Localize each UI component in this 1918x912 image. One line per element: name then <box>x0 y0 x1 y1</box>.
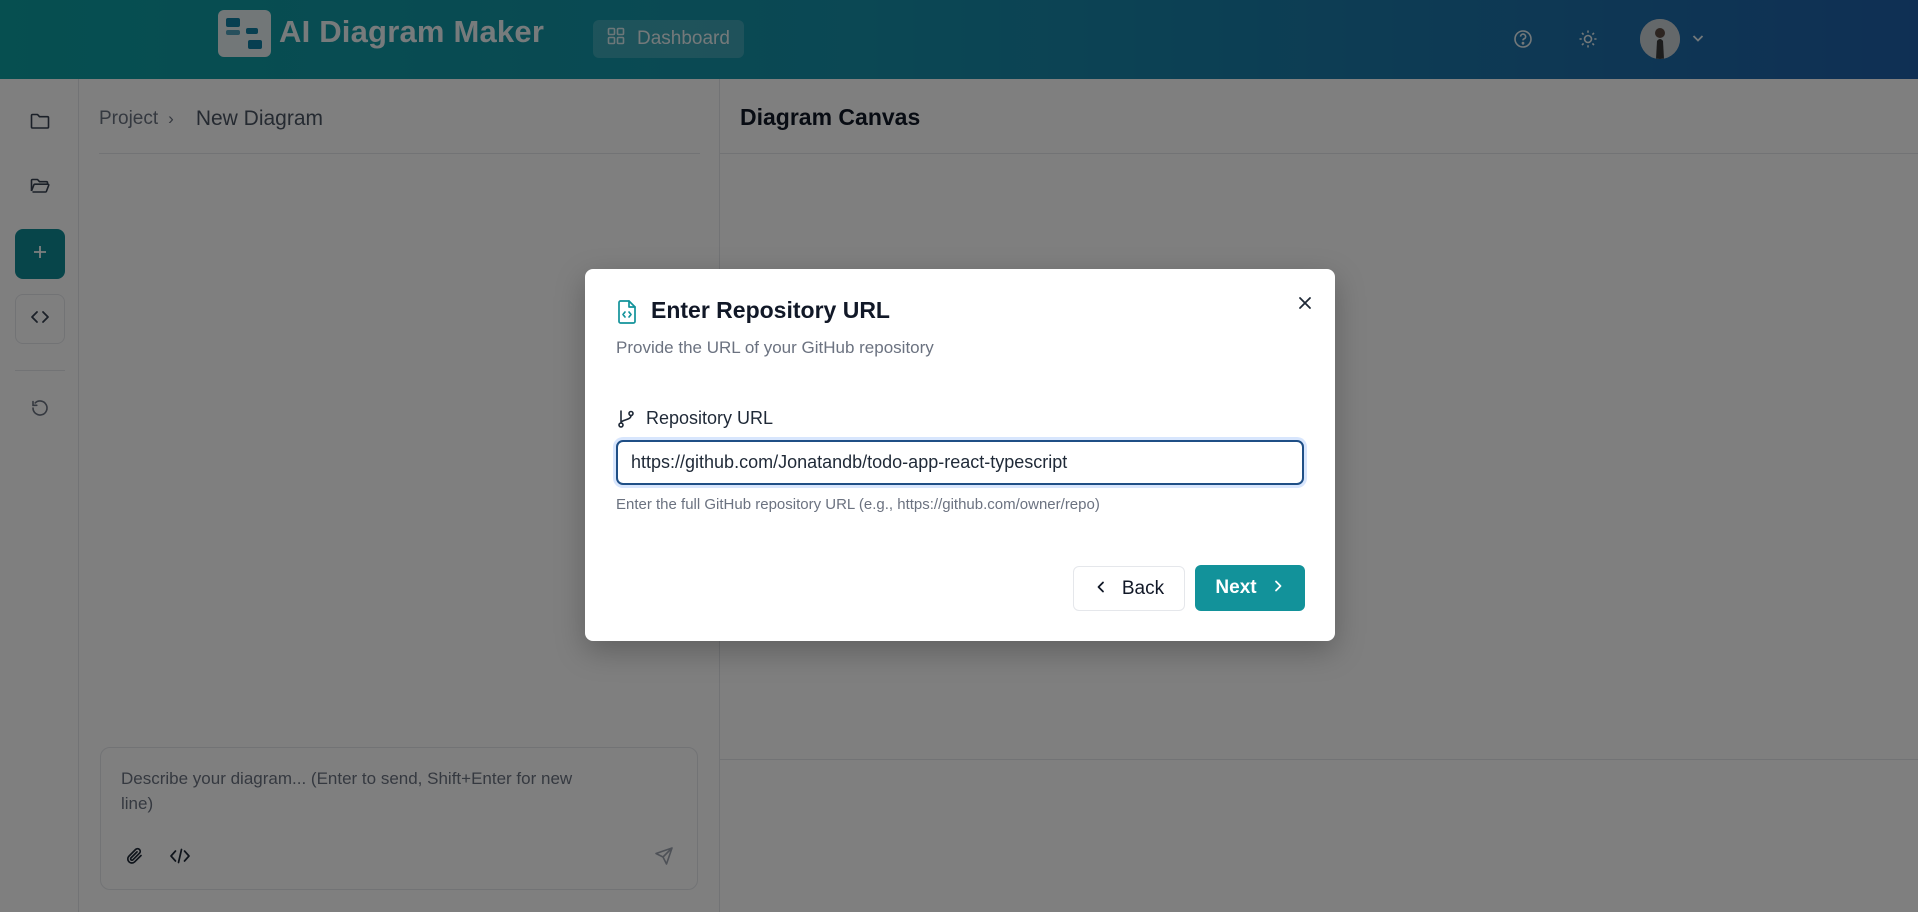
repository-url-help: Enter the full GitHub repository URL (e.… <box>616 496 1100 513</box>
next-button[interactable]: Next <box>1195 565 1305 611</box>
repository-url-input[interactable] <box>616 440 1304 485</box>
file-code-icon <box>615 299 639 325</box>
next-label: Next <box>1215 577 1257 598</box>
dialog-title: Enter Repository URL <box>651 297 890 323</box>
back-button[interactable]: Back <box>1073 566 1185 611</box>
git-branch-icon <box>616 409 636 429</box>
dialog-subtitle: Provide the URL of your GitHub repositor… <box>616 338 934 357</box>
close-icon[interactable] <box>1291 289 1319 317</box>
repository-url-dialog: Enter Repository URL Provide the URL of … <box>585 269 1335 641</box>
chevron-right-icon <box>1271 577 1285 599</box>
chevron-left-icon <box>1094 578 1108 600</box>
back-label: Back <box>1121 577 1165 599</box>
repository-url-label: Repository URL <box>646 408 774 428</box>
